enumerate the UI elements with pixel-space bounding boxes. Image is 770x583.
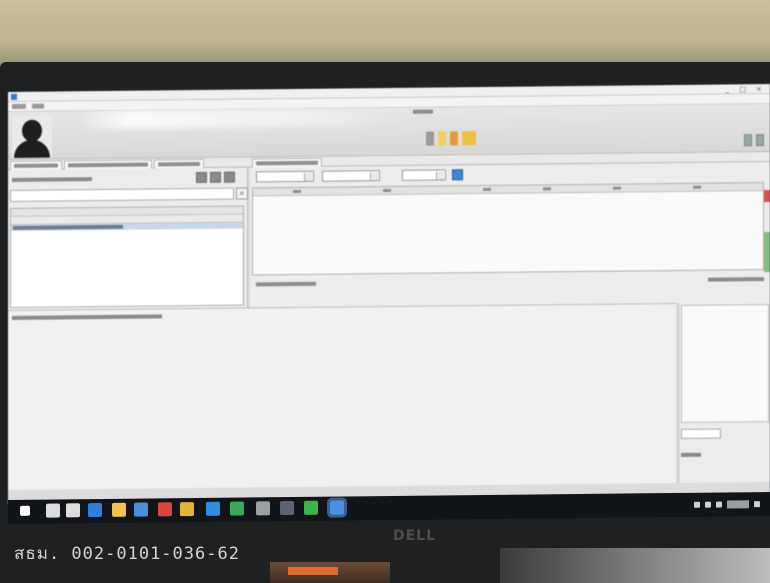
left-search-button[interactable]: ⌕: [236, 187, 248, 200]
taskbar-edge-icon[interactable]: [88, 503, 102, 518]
detail-panel-label: [12, 314, 162, 320]
detail-side-box: [681, 304, 769, 423]
detail-side-label: [681, 452, 701, 457]
left-tool-button[interactable]: [210, 171, 221, 183]
patient-header: [8, 104, 770, 160]
header-action-icon[interactable]: [744, 134, 752, 147]
tab-label: [68, 162, 148, 168]
monitor-brand-logo: DELL: [393, 528, 437, 544]
date-to-dropdown[interactable]: [322, 170, 380, 182]
notification-icon[interactable]: [754, 501, 760, 508]
tab-label: [158, 161, 200, 167]
tab-label: [14, 163, 58, 168]
side-green-indicator[interactable]: [764, 232, 770, 273]
taskbar-app-gray-icon[interactable]: [256, 501, 270, 516]
chevron-down-icon: [304, 172, 312, 181]
desk-surface: [500, 548, 770, 583]
left-list-grid: [10, 205, 244, 308]
redacted-info: [78, 107, 398, 130]
toolbar-icons: [426, 131, 476, 148]
left-panel-label: [12, 177, 92, 182]
left-tool-button[interactable]: [224, 171, 235, 183]
tab-label: [256, 160, 318, 166]
system-tray: [694, 498, 760, 511]
desk-object-stripe: [288, 567, 338, 575]
tray-volume-icon[interactable]: [716, 501, 722, 508]
right-data-table: [252, 182, 764, 276]
tray-clock[interactable]: [727, 500, 749, 509]
left-panel: ⌕: [8, 167, 248, 310]
taskbar-mail-icon[interactable]: [134, 502, 148, 517]
toolbar-gray-icon[interactable]: [426, 131, 434, 146]
tray-chevron-icon[interactable]: [694, 501, 700, 508]
app-icon: [11, 93, 17, 100]
date-from-dropdown[interactable]: [256, 170, 314, 183]
avatar-head-icon: [22, 119, 42, 142]
wall-background: [0, 0, 770, 70]
menu-item[interactable]: [12, 103, 26, 109]
taskbar-app-blue-icon[interactable]: [206, 501, 220, 516]
right-panel: [250, 162, 770, 308]
toolbar-yellow-icon[interactable]: [438, 131, 446, 146]
table-row[interactable]: [11, 222, 243, 231]
detail-panel: [8, 303, 676, 490]
right-table-header: [253, 183, 763, 197]
right-panel-status: [252, 274, 770, 289]
right-panel-toolbar: [252, 166, 770, 183]
window-controls[interactable]: _ □ ×: [726, 85, 766, 93]
avatar: [12, 115, 52, 158]
left-tool-button[interactable]: [196, 171, 207, 184]
taskbar-chrome-icon[interactable]: [158, 502, 172, 517]
header-center-label: [413, 109, 433, 114]
tray-network-icon[interactable]: [705, 501, 711, 508]
desk-object: [270, 562, 390, 583]
application-window: _ □ × ⌕: [8, 84, 770, 504]
chevron-down-icon: [370, 172, 378, 181]
search-button[interactable]: [452, 169, 463, 181]
taskbar-search-icon[interactable]: [46, 503, 60, 518]
detail-side-field[interactable]: [681, 428, 721, 439]
taskbar-app-active-icon[interactable]: [330, 500, 344, 515]
taskbar-chrome-2-icon[interactable]: [180, 502, 194, 517]
taskbar-task-view-icon[interactable]: [66, 503, 80, 518]
header-action-icon[interactable]: [756, 134, 764, 147]
asset-tag-label: สธม. 002-0101-036-62: [14, 544, 240, 564]
chevron-down-icon: [436, 171, 444, 180]
avatar-body-icon: [14, 139, 50, 158]
left-panel-toolbar: [10, 171, 246, 186]
toolbar-gold-icon[interactable]: [462, 131, 476, 146]
toolbar-orange-icon[interactable]: [450, 131, 458, 146]
taskbar-start-icon[interactable]: [20, 505, 30, 516]
taskbar-app-dark-icon[interactable]: [280, 501, 294, 516]
detail-side-panel: [678, 302, 770, 483]
taskbar-app-green-2-icon[interactable]: [304, 500, 318, 515]
taskbar-explorer-icon[interactable]: [112, 502, 126, 517]
left-search-input[interactable]: [10, 187, 234, 202]
filter-dropdown[interactable]: [402, 169, 446, 181]
side-red-indicator[interactable]: [764, 190, 770, 203]
row-text: [13, 224, 123, 230]
taskbar-app-green-icon[interactable]: [230, 501, 244, 516]
header-right-icons: [744, 134, 764, 147]
menu-item[interactable]: [32, 103, 44, 109]
